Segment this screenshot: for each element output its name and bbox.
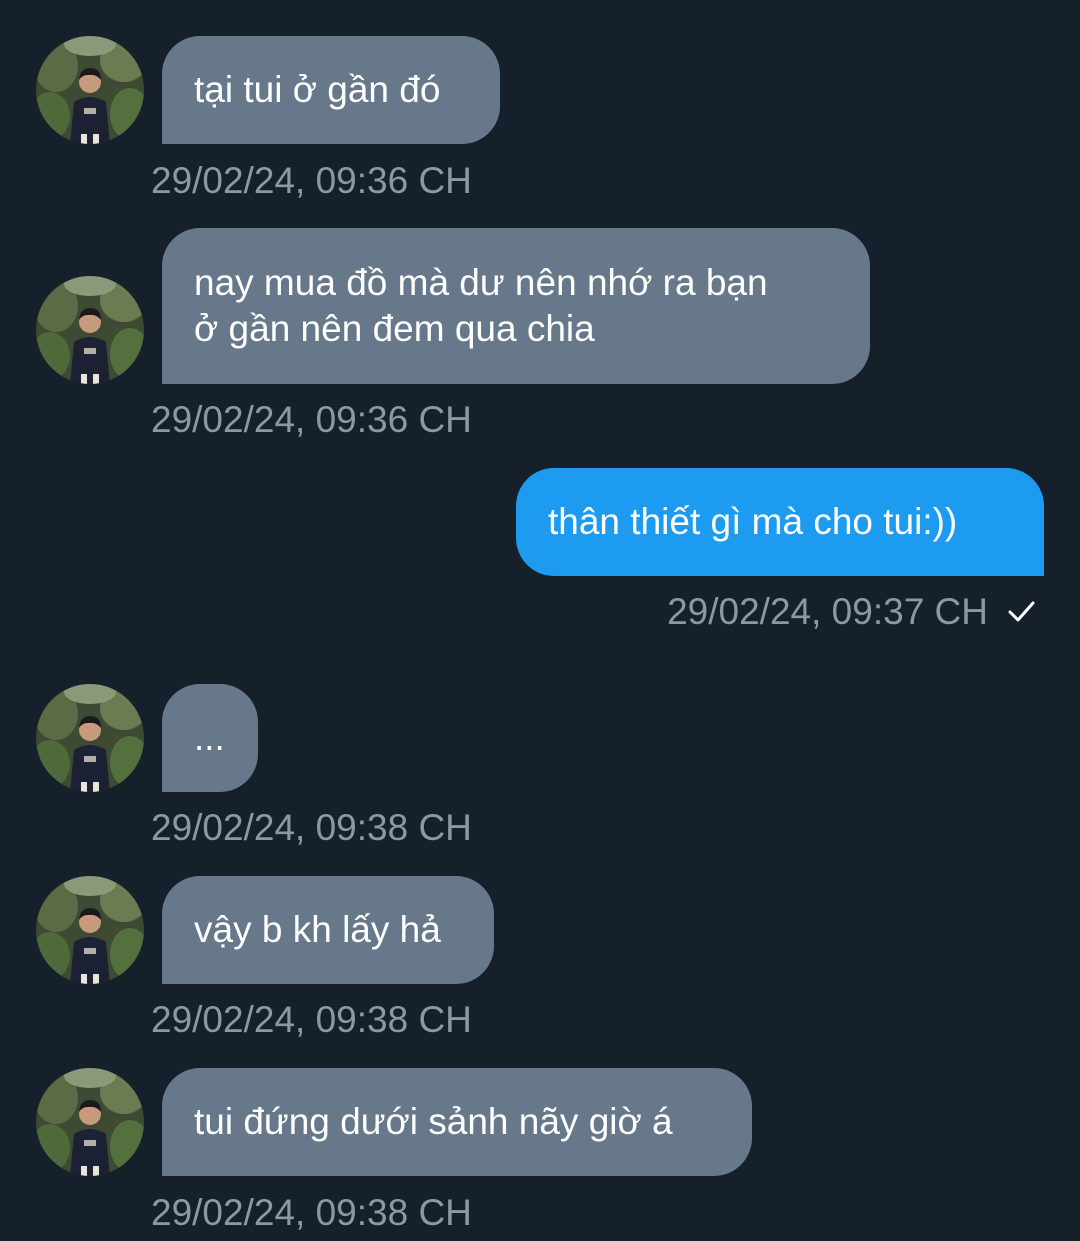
message-timestamp: 29/02/24, 09:37 CH: [667, 591, 988, 632]
message-timestamp: 29/02/24, 09:36 CH: [151, 399, 472, 440]
message-timestamp: 29/02/24, 09:38 CH: [151, 999, 472, 1040]
message-bubble[interactable]: vậy b kh lấy hả: [162, 876, 494, 984]
message-text: vậy b kh lấy hả: [194, 909, 441, 950]
message-bubble[interactable]: tại tui ở gần đó: [162, 36, 500, 144]
message-bubble[interactable]: thân thiết gì mà cho tui:)): [516, 468, 1044, 576]
message-timestamp: 29/02/24, 09:36 CH: [151, 160, 472, 201]
message-bubble[interactable]: nay mua đồ mà dư nên nhớ ra bạn ở gần nê…: [162, 228, 870, 384]
profile-photo-icon: [36, 876, 144, 984]
checkmark-icon: [1008, 601, 1035, 622]
message-text: tui đứng dưới sảnh nãy giờ á: [194, 1101, 673, 1142]
message-text: ...: [194, 717, 225, 758]
message-text: tại tui ở gần đó: [194, 69, 441, 110]
sender-avatar[interactable]: [36, 876, 144, 984]
message-bubble[interactable]: tui đứng dưới sảnh nãy giờ á: [162, 1068, 752, 1176]
message-timestamp: 29/02/24, 09:38 CH: [151, 1192, 472, 1233]
sender-avatar[interactable]: [36, 1068, 144, 1176]
profile-photo-icon: [36, 684, 144, 792]
profile-photo-icon: [36, 1068, 144, 1176]
profile-photo-icon: [36, 276, 144, 384]
sender-avatar[interactable]: [36, 684, 144, 792]
message-thread[interactable]: tại tui ở gần đó 29/02/24, 09:36 CH nay …: [0, 0, 1080, 1241]
message-text: nay mua đồ mà dư nên nhớ ra bạn ở gần nê…: [194, 262, 768, 349]
message-bubble[interactable]: ...: [162, 684, 258, 792]
profile-photo-icon: [36, 36, 144, 144]
sender-avatar[interactable]: [36, 276, 144, 384]
message-timestamp: 29/02/24, 09:38 CH: [151, 807, 472, 848]
message-text: thân thiết gì mà cho tui:)): [548, 501, 958, 542]
sender-avatar[interactable]: [36, 36, 144, 144]
